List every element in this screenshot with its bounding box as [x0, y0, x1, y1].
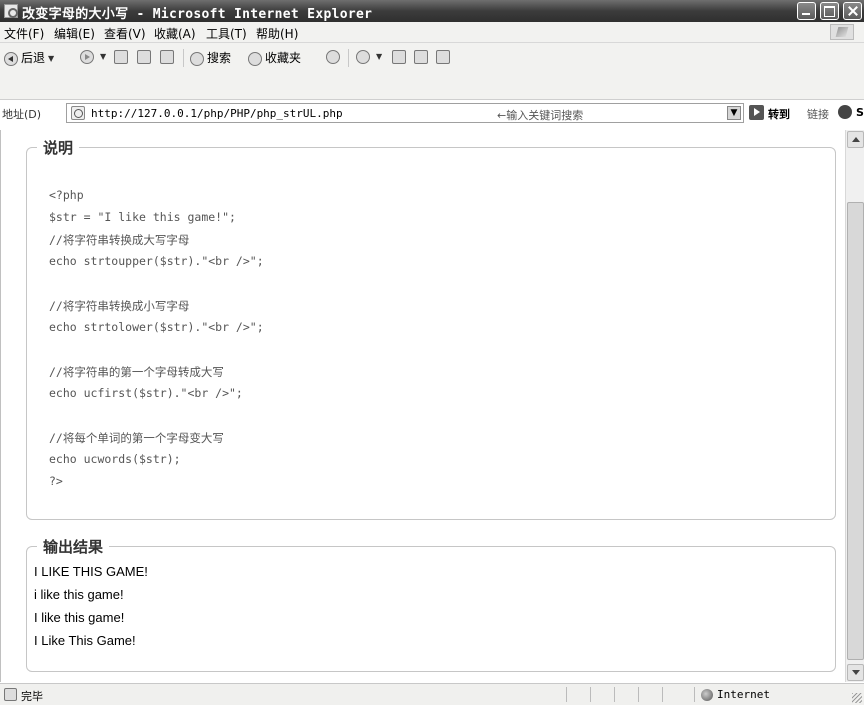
address-dropdown-button[interactable]: ▼ — [727, 106, 741, 120]
address-url[interactable]: http://127.0.0.1/php/PHP/php_strUL.php — [91, 107, 343, 120]
chevron-down-icon: ▼ — [48, 54, 55, 63]
page-content: 说明 <?php $str = "I like this game!"; //将… — [0, 130, 845, 682]
forward-button[interactable]: ▼ — [80, 49, 106, 67]
status-text: 完毕 — [21, 690, 43, 703]
code-line: //将字符串转换成大写字母 — [49, 233, 190, 247]
vertical-scrollbar[interactable] — [845, 130, 864, 682]
keyword-search-hint[interactable]: ←输入关键词搜索 — [497, 107, 583, 123]
scroll-up-button[interactable] — [847, 131, 864, 148]
security-zone: Internet — [717, 688, 770, 701]
close-button[interactable] — [843, 2, 862, 20]
home-icon — [160, 49, 174, 64]
code-line: ?> — [49, 474, 63, 488]
window-title: 改变字母的大小写 - Microsoft Internet Explorer — [22, 7, 373, 22]
menu-favorites[interactable]: 收藏(A) — [154, 25, 196, 42]
snagit-button[interactable]: SnagIt — [856, 106, 864, 119]
favorites-label: 收藏夹 — [265, 51, 302, 65]
chevron-down-icon: ▼ — [376, 52, 383, 61]
menu-tools[interactable]: 工具(T) — [206, 25, 247, 42]
output-legend: 输出结果 — [37, 536, 110, 557]
discuss-icon — [436, 49, 450, 64]
status-divider — [614, 687, 615, 702]
status-divider — [694, 687, 695, 702]
chevron-down-icon: ▼ — [100, 52, 107, 61]
code-line: //将每个单词的第一个字母变大写 — [49, 431, 224, 445]
back-button[interactable]: 后退 ▼ — [4, 49, 54, 67]
search-label: 搜索 — [207, 51, 232, 65]
search-button[interactable]: 搜索 — [190, 49, 231, 67]
refresh-button[interactable] — [137, 49, 154, 67]
status-divider — [662, 687, 663, 702]
mail-button[interactable]: ▼ — [356, 49, 382, 67]
toolbar-divider — [183, 49, 184, 67]
menu-bar: 文件(F) 编辑(E) 查看(V) 收藏(A) 工具(T) 帮助(H) — [0, 22, 864, 43]
edit-button[interactable] — [414, 49, 431, 67]
code-line: //将字符串的第一个字母转成大写 — [49, 365, 224, 379]
output-line: I LIKE THIS GAME! — [34, 564, 148, 579]
home-button[interactable] — [160, 49, 177, 67]
toolbar-divider — [348, 49, 349, 67]
address-bar[interactable]: http://127.0.0.1/php/PHP/php_strUL.php ←… — [66, 103, 744, 123]
status-divider — [566, 687, 567, 702]
go-arrow-icon[interactable] — [749, 105, 764, 120]
code-line: $str = "I like this game!"; — [49, 210, 236, 224]
stop-button[interactable] — [114, 49, 131, 67]
print-icon — [392, 49, 406, 64]
discuss-button[interactable] — [436, 49, 453, 67]
code-line: echo strtoupper($str)."<br />"; — [49, 254, 264, 268]
code-line: echo ucfirst($str)."<br />"; — [49, 386, 243, 400]
stop-icon — [114, 49, 128, 64]
page-icon — [71, 106, 85, 120]
menu-edit[interactable]: 编辑(E) — [54, 25, 95, 42]
refresh-icon — [137, 49, 151, 64]
favorites-button[interactable]: 收藏夹 — [248, 49, 301, 67]
page-done-icon — [4, 688, 17, 701]
resize-grip-icon[interactable] — [852, 693, 862, 703]
windows-logo-icon — [830, 24, 854, 40]
code-line: echo ucwords($str); — [49, 452, 181, 466]
menu-view[interactable]: 查看(V) — [104, 25, 146, 42]
go-button[interactable]: 转到 — [768, 106, 790, 122]
mail-icon — [356, 49, 370, 64]
snagit-icon[interactable] — [838, 105, 852, 119]
history-icon — [326, 49, 340, 64]
forward-arrow-icon — [80, 49, 94, 64]
edit-icon — [414, 49, 428, 64]
menu-file[interactable]: 文件(F) — [4, 25, 44, 42]
maximize-button[interactable] — [820, 2, 839, 20]
menu-help[interactable]: 帮助(H) — [256, 25, 298, 42]
search-icon — [190, 51, 204, 66]
ie-page-icon — [4, 4, 18, 18]
globe-icon — [701, 689, 713, 701]
status-bar: 完毕 Internet — [0, 683, 864, 705]
address-label: 地址(D) — [2, 108, 42, 121]
toolbar: 后退 ▼ ▼ 搜索 收藏夹 ▼ — [0, 43, 864, 100]
status-divider — [638, 687, 639, 702]
scroll-down-button[interactable] — [847, 664, 864, 681]
scroll-thumb[interactable] — [847, 202, 864, 660]
output-line: I like this game! — [34, 610, 125, 625]
output-fieldset: 输出结果 I LIKE THIS GAME! i like this game!… — [26, 536, 836, 672]
back-arrow-icon — [4, 51, 18, 66]
title-bar: 改变字母的大小写 - Microsoft Internet Explorer — [0, 0, 864, 22]
status-divider — [590, 687, 591, 702]
print-button[interactable] — [392, 49, 409, 67]
explain-legend: 说明 — [37, 137, 80, 158]
explain-fieldset: 说明 <?php $str = "I like this game!"; //将… — [26, 137, 836, 520]
minimize-button[interactable] — [797, 2, 816, 20]
history-button[interactable] — [326, 49, 343, 67]
links-button[interactable]: 链接 — [807, 106, 829, 122]
back-label: 后退 — [21, 51, 46, 65]
output-line: i like this game! — [34, 587, 124, 602]
output-line: I Like This Game! — [34, 633, 136, 648]
code-line: echo strtolower($str)."<br />"; — [49, 320, 264, 334]
code-line: //将字符串转换成小写字母 — [49, 299, 190, 313]
code-line: <?php — [49, 188, 84, 202]
star-icon — [248, 51, 262, 66]
